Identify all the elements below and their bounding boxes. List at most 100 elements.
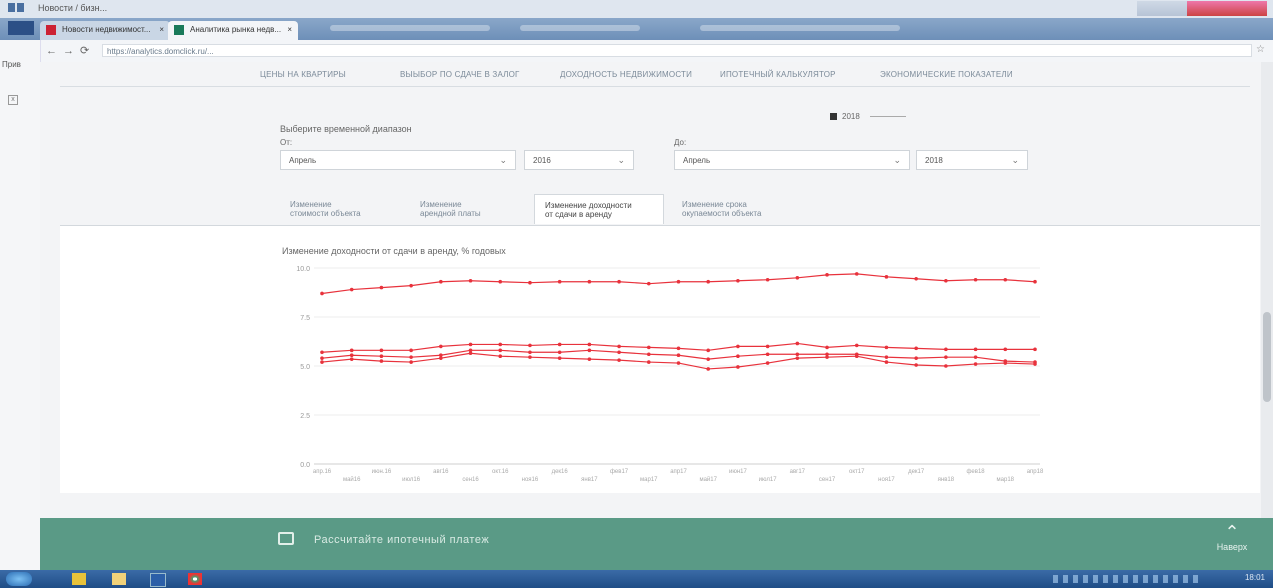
data-point xyxy=(498,348,503,353)
site-favicon-icon xyxy=(174,25,184,35)
x-tick-label: янв17 xyxy=(581,477,598,483)
collapse-icon[interactable]: x xyxy=(8,95,18,105)
x-tick-label: фев18 xyxy=(967,469,986,475)
taskbar-app-icon[interactable] xyxy=(112,573,126,585)
data-point xyxy=(528,355,532,359)
data-point xyxy=(528,343,532,348)
x-tick-label: дек17 xyxy=(908,469,925,475)
vertical-scrollbar[interactable] xyxy=(1261,62,1273,570)
window-controls-bg xyxy=(1137,1,1187,16)
x-tick-label: май16 xyxy=(343,476,361,483)
data-point xyxy=(646,360,651,364)
bookmark-star-icon[interactable]: ☆ xyxy=(1256,44,1265,55)
data-point xyxy=(825,345,829,350)
scroll-top-label: Наверх xyxy=(1216,542,1248,552)
data-point xyxy=(320,291,324,296)
data-point xyxy=(439,279,443,284)
data-point xyxy=(617,350,621,355)
close-tab-icon[interactable]: × xyxy=(287,25,292,34)
app-menu-icon[interactable] xyxy=(8,21,34,35)
x-tick-label: авг17 xyxy=(790,469,806,475)
top-menu: ЦЕНЫ НА КВАРТИРЫ ВЫЫБОР ПО СДАЧЕ В ЗАЛОГ… xyxy=(80,70,1180,84)
menu-item[interactable]: ИПОТЕЧНЫЙ КАЛЬКУЛЯТОР xyxy=(720,70,836,79)
scrollbar-thumb[interactable] xyxy=(1263,312,1271,402)
data-point xyxy=(320,350,324,355)
data-point xyxy=(617,358,621,362)
data-point xyxy=(528,280,532,285)
url-field[interactable]: https://analytics.domclick.ru/... xyxy=(102,44,1252,57)
to-month-value: Апрель xyxy=(683,156,711,165)
data-point xyxy=(914,356,918,360)
x-tick-label: май17 xyxy=(699,476,717,483)
x-tick-label: июл16 xyxy=(402,477,421,483)
y-tick-label: 2.5 xyxy=(300,413,310,420)
tab-line: Изменение доходности xyxy=(545,201,632,210)
data-point xyxy=(379,285,384,290)
data-point xyxy=(349,357,354,361)
mortgage-banner[interactable]: Рассчитайте ипотечный платеж ⌃ Наверх xyxy=(40,518,1273,570)
data-point xyxy=(1033,347,1037,352)
x-tick-label: окт.16 xyxy=(492,469,509,475)
data-point xyxy=(1033,279,1037,284)
data-point xyxy=(914,363,918,367)
chevron-down-icon: ⌄ xyxy=(1011,155,1019,165)
browser-tab-active[interactable]: Аналитика рынка недв... × xyxy=(168,21,298,40)
banner-text: Рассчитайте ипотечный платеж xyxy=(314,534,490,546)
data-point xyxy=(468,351,473,356)
data-point xyxy=(854,272,859,276)
chevron-down-icon: ⌄ xyxy=(499,155,507,165)
tab-payback[interactable]: Изменение срока окупаемости объекта xyxy=(672,194,812,224)
os-taskbar: 18:01 xyxy=(0,570,1273,588)
browser-tab[interactable]: Новости недвижимост... × xyxy=(40,21,170,40)
data-point xyxy=(676,353,681,358)
quick-access-icons[interactable] xyxy=(8,3,34,14)
data-point xyxy=(409,283,413,288)
tab-line: от сдачи в аренду xyxy=(545,210,612,219)
data-point xyxy=(349,353,354,358)
data-point xyxy=(944,347,948,352)
x-tick-label: окт17 xyxy=(849,469,865,475)
data-point xyxy=(498,279,503,284)
data-point xyxy=(409,355,413,359)
scroll-top-button[interactable]: ⌃ Наверх xyxy=(1215,522,1249,562)
data-point xyxy=(587,342,592,347)
data-point xyxy=(825,273,829,277)
data-point xyxy=(944,355,948,359)
to-year-select[interactable]: 2018 ⌄ xyxy=(916,150,1028,170)
legend-label: 2018 xyxy=(842,112,860,121)
close-tab-icon[interactable]: × xyxy=(159,25,164,34)
web-page: ЦЕНЫ НА КВАРТИРЫ ВЫЫБОР ПО СДАЧЕ В ЗАЛОГ… xyxy=(40,62,1273,570)
tab-yield[interactable]: Изменение доходности от сдачи в аренду xyxy=(534,194,664,224)
tab-rent[interactable]: Изменение арендной платы xyxy=(410,194,530,224)
x-tick-label: ноя17 xyxy=(878,477,895,483)
from-year-select[interactable]: 2016 ⌄ xyxy=(524,150,634,170)
data-point xyxy=(320,360,324,364)
tab-property-value[interactable]: Изменение стоимости объекта xyxy=(280,194,400,224)
chrome-icon[interactable] xyxy=(188,573,202,585)
calculator-icon xyxy=(278,532,294,545)
nav-buttons[interactable]: ←→⟳ xyxy=(46,44,95,57)
y-tick-label: 0.0 xyxy=(300,462,310,469)
chart-tabs: Изменение стоимости объекта Изменение ар… xyxy=(280,194,1080,224)
x-tick-label: июн.16 xyxy=(372,469,392,475)
menu-item[interactable]: ЦЕНЫ НА КВАРТИРЫ xyxy=(260,70,346,79)
to-year-value: 2018 xyxy=(925,156,943,165)
data-point xyxy=(973,347,978,352)
to-month-select[interactable]: Апрель ⌄ xyxy=(674,150,910,170)
close-window-button[interactable] xyxy=(1187,1,1267,16)
menu-item[interactable]: ЭКОНОМИЧЕСКИЕ ПОКАЗАТЕЛИ xyxy=(880,70,1013,79)
menu-item[interactable]: ДОХОДНОСТЬ НЕДВИЖИМОСТИ xyxy=(560,70,692,79)
chart-panel: Изменение доходности от сдачи в аренду, … xyxy=(60,225,1260,494)
from-month-select[interactable]: Апрель ⌄ xyxy=(280,150,516,170)
tab-line: Изменение xyxy=(420,200,462,209)
window-title: Новости / бизн... xyxy=(38,3,108,13)
data-point xyxy=(1003,361,1008,365)
start-button[interactable] xyxy=(6,572,32,586)
taskbar-app-icon[interactable] xyxy=(72,573,86,585)
taskbar-app-icon[interactable] xyxy=(150,573,166,587)
sidebar-label: Прив xyxy=(2,60,21,69)
data-point xyxy=(676,279,681,284)
menu-item[interactable]: ВЫЫБОР ПО СДАЧЕ В ЗАЛОГ xyxy=(400,70,520,79)
data-point xyxy=(914,276,918,281)
from-label: От: xyxy=(280,138,293,147)
